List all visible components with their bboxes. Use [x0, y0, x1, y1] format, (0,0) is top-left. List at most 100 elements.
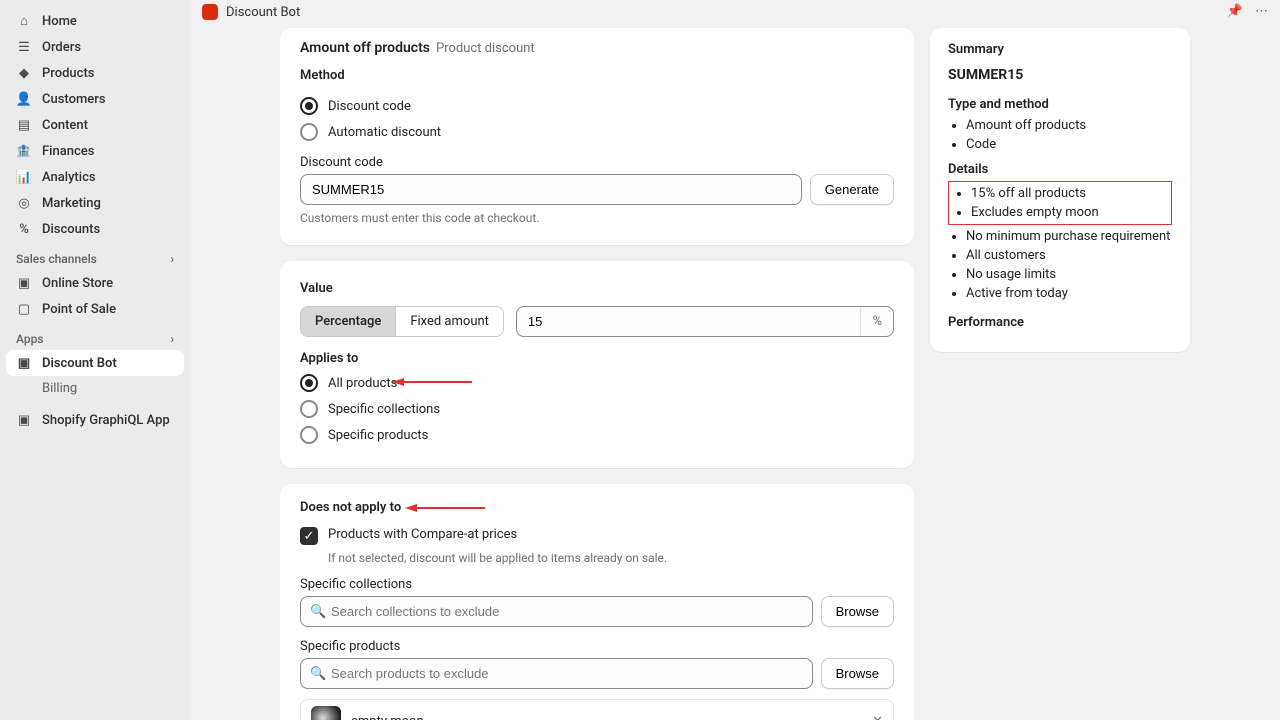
summary-item: Amount off products [966, 116, 1172, 135]
customers-icon: 👤 [16, 91, 32, 107]
app-icon: ▣ [16, 355, 32, 371]
nav-discounts[interactable]: %Discounts [6, 216, 184, 242]
sales-channels-header[interactable]: Sales channels› [6, 242, 184, 270]
seg-fixed[interactable]: Fixed amount [395, 307, 503, 336]
analytics-icon: 📊 [16, 169, 32, 185]
pin-icon[interactable]: 📌 [1227, 4, 1243, 19]
checkbox-compare-at[interactable]: ✓ Products with Compare-at prices [300, 523, 894, 549]
nav-graphiql[interactable]: ▣ Shopify GraphiQL App [6, 407, 184, 433]
annotation-highlight: 15% off all products Excludes empty moon [948, 181, 1172, 225]
radio-label: All products [328, 376, 397, 391]
discount-code-input[interactable] [300, 174, 802, 205]
nav-label: Finances [42, 144, 94, 159]
orders-icon: ☰ [16, 39, 32, 55]
applies-heading: Applies to [300, 351, 894, 366]
summary-code: SUMMER15 [948, 67, 1172, 83]
search-icon: 🔍 [310, 604, 326, 619]
exclude-collections-input[interactable] [300, 596, 813, 627]
exclusions-heading: Does not apply to [300, 500, 401, 515]
summary-details-label: Details [948, 162, 1172, 177]
radio-discount-code[interactable]: Discount code [300, 93, 894, 119]
nav-analytics[interactable]: 📊 Analytics [6, 164, 184, 190]
radio-label: Automatic discount [328, 125, 441, 140]
nav-discount-bot[interactable]: ▣ Discount Bot [6, 350, 184, 376]
card-exclusions: Does not apply to ✓ Products with Compar… [280, 484, 914, 720]
value-type-segment: Percentage Fixed amount [300, 306, 504, 337]
checkbox-label: Products with Compare-at prices [328, 527, 517, 542]
value-input[interactable] [517, 307, 861, 336]
sidebar: ⌂Home ☰Orders ◆ Products 👤 Customers ▤ Cont… [0, 0, 190, 720]
seg-percentage[interactable]: Percentage [301, 307, 395, 336]
summary-item: Excludes empty moon [971, 203, 1167, 222]
apps-header[interactable]: Apps› [6, 322, 184, 350]
store-icon: ▣ [16, 275, 32, 291]
nav-billing[interactable]: Billing [6, 376, 184, 401]
radio-icon [300, 426, 318, 444]
nav-label: Content [42, 118, 88, 133]
product-name: empty moon [351, 714, 424, 720]
marketing-icon: ◎ [16, 195, 32, 211]
section-text: Sales channels [16, 252, 97, 266]
products-icon: ◆ [16, 65, 32, 81]
nav-label: Analytics [42, 170, 96, 185]
radio-all-products[interactable]: All products [300, 370, 894, 396]
code-label: Discount code [300, 155, 894, 170]
nav-finances[interactable]: 🏦 Finances [6, 138, 184, 164]
radio-specific-collections[interactable]: Specific collections [300, 396, 894, 422]
nav-label: Products [42, 66, 94, 81]
nav-products[interactable]: ◆ Products [6, 60, 184, 86]
discounts-icon: % [16, 221, 32, 237]
nav-home[interactable]: ⌂Home [6, 8, 184, 34]
topbar: Discount Bot 📌 ⋯ [190, 0, 1280, 28]
radio-label: Specific collections [328, 402, 440, 417]
value-input-wrap: % [516, 306, 894, 337]
summary-type-method-label: Type and method [948, 97, 1172, 112]
method-heading: Method [300, 68, 894, 83]
exclude-collections-label: Specific collections [300, 577, 894, 592]
nav-label: Online Store [42, 276, 113, 291]
browse-products-button[interactable]: Browse [821, 658, 894, 689]
radio-label: Specific products [328, 428, 428, 443]
nav-online-store[interactable]: ▣ Online Store [6, 270, 184, 296]
annotation-arrow [405, 504, 485, 516]
card-method: Amount off products Product discount Met… [280, 28, 914, 245]
radio-icon [300, 374, 318, 392]
checkbox-icon: ✓ [300, 527, 318, 545]
summary-card: Summary SUMMER15 Type and method Amount … [930, 28, 1190, 352]
chevron-right-icon: › [170, 332, 174, 346]
finances-icon: 🏦 [16, 143, 32, 159]
radio-icon [300, 400, 318, 418]
summary-performance-label: Performance [948, 315, 1172, 330]
radio-icon [300, 123, 318, 141]
remove-product-button[interactable]: ✕ [872, 714, 883, 720]
more-icon[interactable]: ⋯ [1255, 4, 1268, 19]
summary-item: Active from today [966, 284, 1172, 303]
generate-button[interactable]: Generate [810, 174, 894, 205]
page-title: Discount Bot [226, 5, 300, 20]
discount-title: Amount off products [300, 40, 430, 56]
browse-collections-button[interactable]: Browse [821, 596, 894, 627]
nav-label: Shopify GraphiQL App [42, 413, 170, 428]
nav-marketing[interactable]: ◎ Marketing [6, 190, 184, 216]
nav-content[interactable]: ▤ Content [6, 112, 184, 138]
nav-pos[interactable]: ▢ Point of Sale [6, 296, 184, 322]
pos-icon: ▢ [16, 301, 32, 317]
content-icon: ▤ [16, 117, 32, 133]
nav-label: Customers [42, 92, 106, 107]
nav-orders[interactable]: ☰Orders [6, 34, 184, 60]
card-value: Value Percentage Fixed amount % Applies … [280, 261, 914, 468]
excluded-product-chip: empty moon ✕ [300, 699, 894, 720]
nav-customers[interactable]: 👤 Customers [6, 86, 184, 112]
summary-item: All customers [966, 246, 1172, 265]
search-icon: 🔍 [310, 666, 326, 681]
radio-automatic[interactable]: Automatic discount [300, 119, 894, 145]
nav-label: Discount Bot [42, 356, 117, 371]
radio-specific-products[interactable]: Specific products [300, 422, 894, 448]
graphiql-icon: ▣ [16, 412, 32, 428]
percent-suffix: % [860, 307, 893, 336]
nav-label: Point of Sale [42, 302, 116, 317]
nav-label: Marketing [42, 196, 101, 211]
summary-item: Code [966, 135, 1172, 154]
exclude-products-label: Specific products [300, 639, 894, 654]
exclude-products-input[interactable] [300, 658, 813, 689]
